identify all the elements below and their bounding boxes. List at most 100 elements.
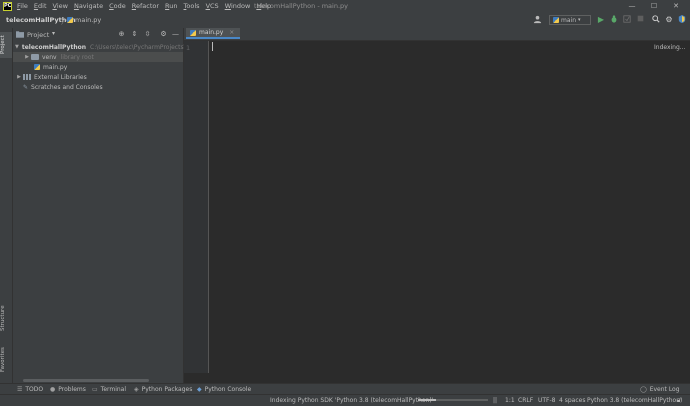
menu-edit[interactable]: Edit bbox=[34, 2, 47, 10]
tool-problems[interactable]: ● Problems bbox=[50, 386, 86, 393]
libraries-icon bbox=[23, 74, 31, 80]
terminal-icon: ▭ bbox=[92, 386, 98, 393]
tree-row-project-root[interactable]: ▼ telecomHallPython C:\Users\telec\Pycha… bbox=[13, 42, 197, 52]
tool-label: Python Packages bbox=[141, 386, 193, 393]
editor-tabs: main.py × bbox=[184, 28, 690, 41]
pycharm-logo-icon: PC bbox=[3, 2, 12, 11]
menu-tools[interactable]: Tools bbox=[184, 2, 200, 10]
status-bar: Indexing Python SDK 'Python 3.8 (telecom… bbox=[0, 394, 690, 406]
chevron-down-icon[interactable]: ▼ bbox=[15, 44, 19, 50]
tree-row-scratches[interactable]: ✎ Scratches and Consoles bbox=[13, 82, 183, 92]
menu-vcs[interactable]: VCS bbox=[206, 2, 219, 10]
minimize-button[interactable]: — bbox=[626, 1, 638, 12]
gear-icon[interactable]: ⚙ bbox=[159, 30, 168, 39]
tool-label: Event Log bbox=[649, 386, 680, 393]
pause-indexing-button[interactable]: || bbox=[493, 397, 497, 404]
tree-label: main.py bbox=[43, 63, 68, 71]
run-config-label: main bbox=[561, 16, 576, 24]
project-panel-title[interactable]: Project bbox=[27, 31, 49, 39]
horizontal-scrollbar[interactable] bbox=[23, 379, 149, 382]
chevron-down-icon[interactable]: ▾ bbox=[52, 30, 55, 37]
todo-icon: ☰ bbox=[17, 386, 23, 393]
tool-todo[interactable]: ☰ TODO bbox=[17, 386, 43, 393]
user-icon[interactable] bbox=[532, 15, 542, 25]
chevron-right-icon[interactable]: ▶ bbox=[15, 74, 23, 80]
tool-label: Python Console bbox=[204, 386, 252, 393]
chevron-right-icon[interactable]: ▶ bbox=[23, 54, 31, 60]
menu-view[interactable]: View bbox=[53, 2, 68, 10]
tree-extra: library root bbox=[60, 53, 94, 61]
collapse-all-icon[interactable]: ⇳ bbox=[143, 30, 152, 39]
navigation-bar: telecomHallPython 〉 main.py main ▾ ▶ ⚙ bbox=[0, 13, 690, 29]
indexing-indicator: Indexing... bbox=[654, 44, 686, 51]
tool-python-console[interactable]: ◆ Python Console bbox=[197, 386, 251, 393]
status-line-separator[interactable]: CRLF bbox=[518, 397, 533, 404]
problems-icon: ● bbox=[50, 386, 56, 393]
folder-icon bbox=[31, 54, 39, 60]
tool-label: Problems bbox=[58, 386, 86, 393]
locate-icon[interactable]: ⊕ bbox=[117, 30, 126, 39]
project-view-icon bbox=[16, 31, 24, 40]
tree-row-venv[interactable]: ▶ venv library root bbox=[13, 52, 183, 62]
coverage-icon[interactable] bbox=[622, 15, 632, 25]
menu-file[interactable]: File bbox=[17, 2, 28, 10]
tool-python-packages[interactable]: ◈ Python Packages bbox=[134, 386, 192, 393]
menu-run[interactable]: Run bbox=[165, 2, 177, 10]
tool-terminal[interactable]: ▭ Terminal bbox=[92, 386, 126, 393]
tool-tab-favorites[interactable]: Favorites bbox=[0, 345, 12, 375]
run-icon[interactable]: ▶ bbox=[596, 15, 606, 25]
menu-refactor[interactable]: Refactor bbox=[132, 2, 159, 10]
python-file-icon bbox=[34, 64, 40, 70]
menu-navigate[interactable]: Navigate bbox=[74, 2, 103, 10]
status-interpreter[interactable]: Python 3.8 (telecomHallPython) bbox=[587, 397, 682, 404]
lock-icon[interactable]: 🔓︎ bbox=[677, 397, 681, 405]
packages-icon: ◈ bbox=[134, 386, 139, 393]
python-file-icon bbox=[67, 17, 73, 23]
hide-icon[interactable]: — bbox=[171, 30, 180, 39]
maximize-button[interactable]: ☐ bbox=[648, 1, 660, 12]
status-indent[interactable]: 4 spaces bbox=[559, 397, 585, 404]
tool-label: Terminal bbox=[100, 386, 127, 393]
python-config-icon bbox=[553, 17, 559, 23]
status-encoding[interactable]: UTF-8 bbox=[538, 397, 556, 404]
python-console-icon: ◆ bbox=[197, 386, 202, 393]
stop-icon[interactable] bbox=[635, 15, 645, 25]
breadcrumb-file[interactable]: main.py bbox=[67, 16, 101, 24]
tool-label: TODO bbox=[25, 386, 44, 393]
tree-row-external-libraries[interactable]: ▶ External Libraries bbox=[13, 72, 183, 82]
search-icon[interactable] bbox=[651, 15, 661, 25]
tool-event-log[interactable]: ◯ Event Log bbox=[640, 386, 680, 393]
tree-row-main-py[interactable]: main.py bbox=[13, 62, 183, 72]
status-caret-position[interactable]: 1:1 bbox=[505, 397, 515, 404]
status-indexing-text[interactable]: Indexing Python SDK 'Python 3.8 (telecom… bbox=[270, 397, 433, 404]
event-log-icon: ◯ bbox=[640, 386, 647, 393]
menu-window[interactable]: Window bbox=[225, 2, 251, 10]
tree-path: C:\Users\telec\PycharmProjects\tele bbox=[90, 43, 198, 51]
update-icon[interactable] bbox=[677, 15, 687, 25]
tool-tab-project[interactable]: Project bbox=[0, 32, 12, 58]
text-caret bbox=[212, 42, 213, 51]
project-panel: Project ▾ ⊕ ⇕ ⇳ ⚙ — ▼ telecomHallPython … bbox=[13, 28, 197, 383]
menu-code[interactable]: Code bbox=[109, 2, 126, 10]
debug-icon[interactable] bbox=[609, 15, 619, 25]
chevron-down-icon: ▾ bbox=[578, 17, 581, 23]
indexing-progress-fill bbox=[418, 399, 436, 401]
scratches-icon: ✎ bbox=[23, 83, 29, 91]
title-bar: PC File Edit View Navigate Code Refactor… bbox=[0, 0, 690, 13]
close-icon[interactable]: × bbox=[229, 29, 234, 36]
expand-all-icon[interactable]: ⇕ bbox=[130, 30, 139, 39]
tab-main-py[interactable]: main.py × bbox=[186, 28, 241, 39]
run-configuration-select[interactable]: main ▾ bbox=[549, 15, 591, 25]
tab-label: main.py bbox=[199, 29, 224, 36]
close-button[interactable]: ✕ bbox=[670, 1, 682, 12]
settings-icon[interactable]: ⚙ bbox=[664, 15, 674, 25]
python-file-icon bbox=[190, 29, 196, 36]
tree-label: venv bbox=[42, 53, 57, 61]
window-title: telecomHallPython - main.py bbox=[254, 2, 349, 10]
breadcrumb-file-label: main.py bbox=[75, 16, 102, 24]
tree-label: telecomHallPython bbox=[21, 43, 86, 51]
tool-tab-structure[interactable]: Structure bbox=[0, 303, 12, 333]
code-editor[interactable] bbox=[210, 41, 690, 373]
menu-bar: File Edit View Navigate Code Refactor Ru… bbox=[17, 2, 271, 10]
tree-label: Scratches and Consoles bbox=[31, 83, 103, 91]
